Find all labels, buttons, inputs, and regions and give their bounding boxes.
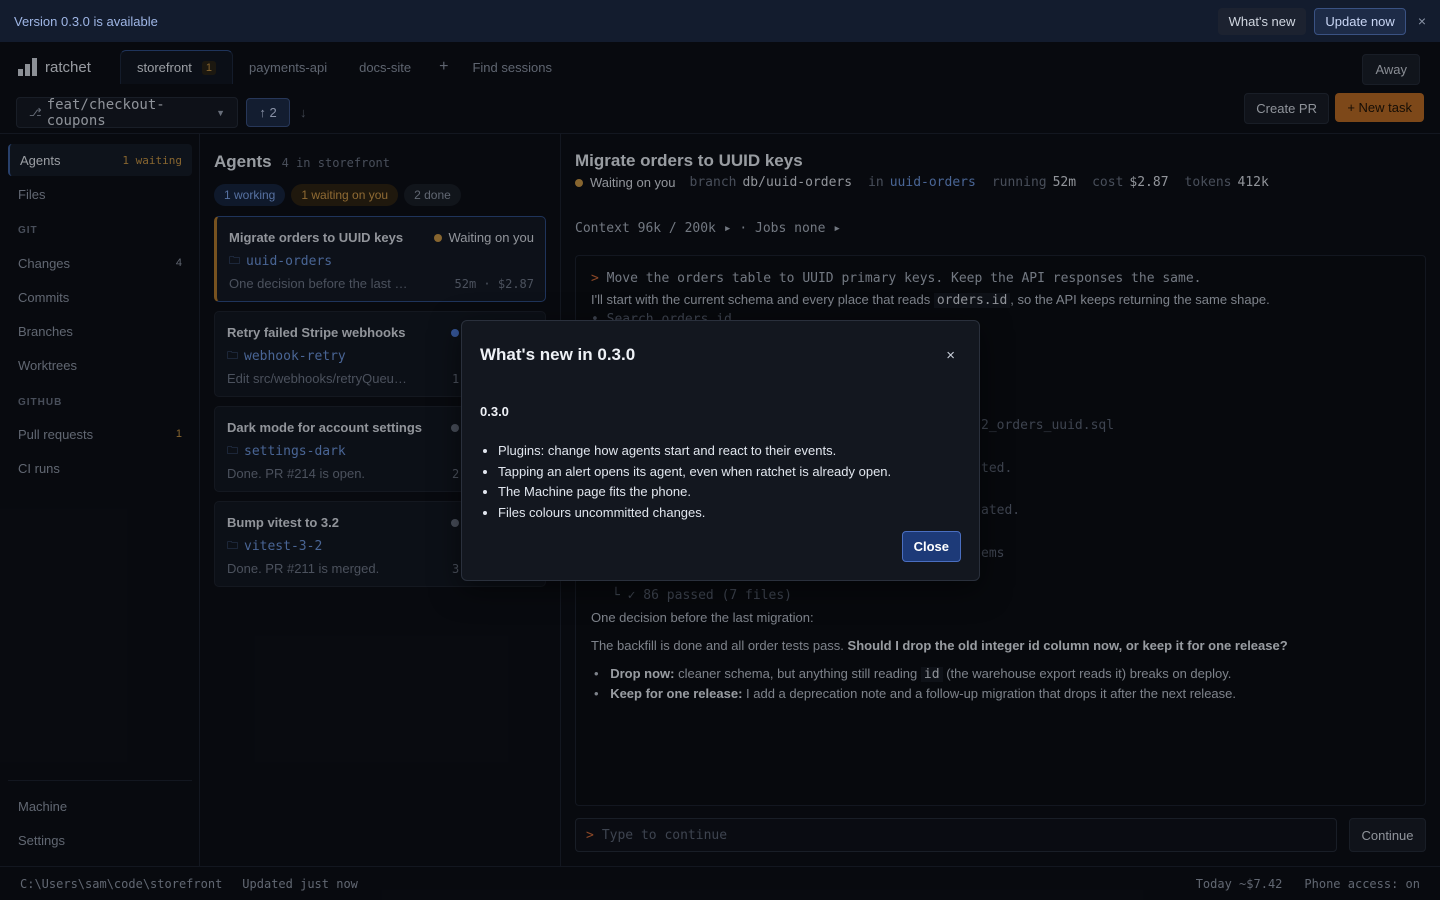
update-banner-text: Version 0.3.0 is available [14,13,158,29]
close-icon[interactable]: × [946,347,955,364]
close-icon[interactable]: × [1418,13,1426,29]
release-note: Files colours uncommitted changes. [498,503,891,524]
update-banner: Version 0.3.0 is available What's new Up… [0,0,1440,42]
release-note: Tapping an alert opens its agent, even w… [498,462,891,483]
release-note: The Machine page fits the phone. [498,482,891,503]
release-notes: Plugins: change how agents start and rea… [498,441,891,523]
update-now-button[interactable]: Update now [1314,7,1406,35]
whats-new-dialog: What's new in 0.3.0 × 0.3.0 Plugins: cha… [461,320,980,581]
release-version: 0.3.0 [480,404,509,419]
whats-new-button[interactable]: What's new [1217,7,1307,35]
close-dialog-button[interactable]: Close [901,531,961,562]
dialog-title: What's new in 0.3.0 [480,345,636,364]
release-note: Plugins: change how agents start and rea… [498,441,891,462]
